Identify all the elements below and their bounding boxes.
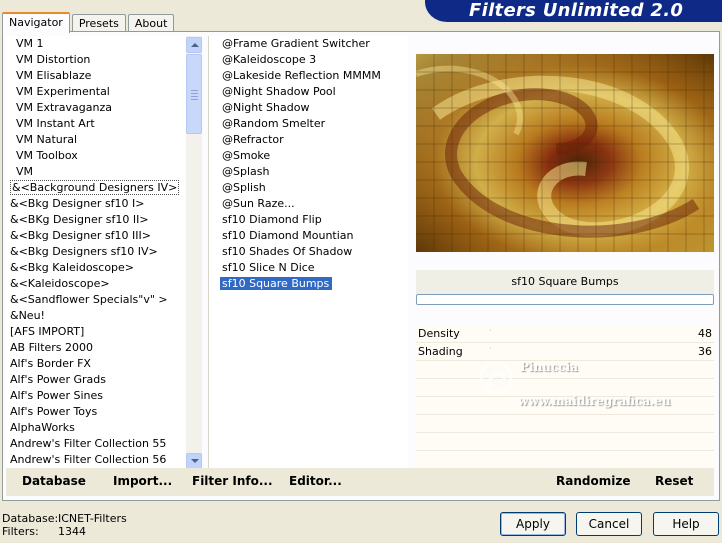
filter-item[interactable]: @Refractor <box>209 132 408 148</box>
brand-title: Filters Unlimited 2.0 <box>425 0 722 22</box>
filter-item[interactable]: @Splish <box>209 180 408 196</box>
editor-button[interactable]: Editor... <box>289 474 342 488</box>
category-item[interactable]: &<Kaleidoscope> <box>6 276 202 292</box>
help-button[interactable]: Help <box>653 512 719 536</box>
tab-presets[interactable]: Presets <box>71 14 126 32</box>
filter-item[interactable]: @Night Shadow <box>209 100 408 116</box>
filter-item[interactable]: @Lakeside Reflection MMMM <box>209 68 408 84</box>
filter-list[interactable]: @Frame Gradient Switcher @Kaleidoscope 3 @… <box>208 36 408 470</box>
database-value: ICNET-Filters <box>58 512 127 525</box>
action-bar: Database Import... Filter Info... Editor… <box>6 468 714 496</box>
category-item[interactable]: [AFS IMPORT] <box>6 324 202 340</box>
scroll-thumb[interactable] <box>186 54 202 134</box>
param-empty-row <box>416 415 714 433</box>
category-item[interactable]: &<Bkg Designers sf10 IV> <box>6 244 202 260</box>
category-item[interactable]: Andrew's Filter Collection 55 <box>6 436 202 452</box>
filter-item[interactable]: @Random Smelter <box>209 116 408 132</box>
watermark-logo-icon <box>479 361 513 395</box>
progress-bar <box>416 294 714 305</box>
arrow-up-icon <box>191 43 199 47</box>
category-item[interactable]: Alf's Border FX <box>6 356 202 372</box>
randomize-button[interactable]: Randomize <box>556 474 630 488</box>
param-shading[interactable]: Shading 36 <box>416 343 714 361</box>
arrow-down-icon <box>191 459 199 463</box>
preview-image <box>416 54 714 252</box>
category-list[interactable]: VM 1 VM Distortion VM Elisablaze VM Experim… <box>6 36 202 470</box>
category-item[interactable]: VM Extravaganza <box>6 100 202 116</box>
filter-item[interactable]: sf10 Shades Of Shadow <box>209 244 408 260</box>
filter-item[interactable]: sf10 Square Bumps <box>209 276 408 292</box>
filter-item[interactable]: @Smoke <box>209 148 408 164</box>
preview-filter-name: sf10 Square Bumps <box>416 270 714 294</box>
filter-info-button[interactable]: Filter Info... <box>192 474 273 488</box>
param-label: Shading <box>418 345 463 358</box>
filter-item[interactable]: sf10 Diamond Flip <box>209 212 408 228</box>
apply-button[interactable]: Apply <box>500 512 566 536</box>
category-item[interactable]: &<BKg Designer sf10 II> <box>6 212 202 228</box>
filter-item[interactable]: @Splash <box>209 164 408 180</box>
category-item[interactable]: &<Sandflower Specials"v" > <box>6 292 202 308</box>
filter-item[interactable]: @Sun Raze... <box>209 196 408 212</box>
category-item[interactable]: VM Instant Art <box>6 116 202 132</box>
param-label: Density <box>418 327 460 340</box>
filter-item[interactable]: @Night Shadow Pool <box>209 84 408 100</box>
category-item[interactable]: AB Filters 2000 <box>6 340 202 356</box>
filter-item[interactable]: sf10 Slice N Dice <box>209 260 408 276</box>
filter-item[interactable]: @Frame Gradient Switcher <box>209 36 408 52</box>
category-item[interactable]: Alf's Power Toys <box>6 404 202 420</box>
category-item[interactable]: AlphaWorks <box>6 420 202 436</box>
database-label: Database: <box>2 512 59 525</box>
category-item[interactable]: VM Elisablaze <box>6 68 202 84</box>
category-item[interactable]: VM <box>6 164 202 180</box>
category-item[interactable]: &<Bkg Kaleidoscope> <box>6 260 202 276</box>
category-item[interactable]: &Neu! <box>6 308 202 324</box>
category-item[interactable]: VM Experimental <box>6 84 202 100</box>
param-slider-track[interactable] <box>490 329 684 331</box>
category-item[interactable]: VM Toolbox <box>6 148 202 164</box>
category-scrollbar[interactable] <box>186 36 202 470</box>
category-item[interactable]: &<Background Designers IV> <box>6 180 202 196</box>
param-empty-row <box>416 433 714 451</box>
category-item[interactable]: VM 1 <box>6 36 202 52</box>
reset-button[interactable]: Reset <box>655 474 693 488</box>
category-item[interactable]: &<Bkg Designer sf10 I> <box>6 196 202 212</box>
watermark-url: www.maidiregrafica.eu <box>518 394 671 408</box>
category-item[interactable]: Alf's Power Sines <box>6 388 202 404</box>
param-density[interactable]: Density 48 <box>416 325 714 343</box>
scroll-up-button[interactable] <box>186 37 202 53</box>
tab-navigator[interactable]: Navigator <box>2 12 70 33</box>
database-button[interactable]: Database <box>22 474 86 488</box>
watermark-name: Pinuccia <box>520 360 578 374</box>
param-value: 36 <box>698 345 712 358</box>
status-info: Database: ICNET-Filters Filters: 1344 <box>2 512 127 538</box>
category-item[interactable]: VM Distortion <box>6 52 202 68</box>
cancel-button[interactable]: Cancel <box>576 512 642 536</box>
category-item[interactable]: VM Natural <box>6 132 202 148</box>
category-item[interactable]: &<Bkg Designer sf10 III> <box>6 228 202 244</box>
tab-about[interactable]: About <box>127 14 175 32</box>
filters-label: Filters: <box>2 525 39 538</box>
filter-item[interactable]: @Kaleidoscope 3 <box>209 52 408 68</box>
filters-count: 1344 <box>58 525 86 538</box>
category-item[interactable]: Andrew's Filter Collection 56 <box>6 452 202 468</box>
filter-item[interactable]: sf10 Diamond Mountian <box>209 228 408 244</box>
category-item[interactable]: Alf's Power Grads <box>6 372 202 388</box>
import-button[interactable]: Import... <box>113 474 172 488</box>
param-slider-track[interactable] <box>490 347 684 349</box>
scroll-down-button[interactable] <box>186 453 202 469</box>
param-empty-row <box>416 451 714 469</box>
preview-swirl-graphic <box>416 54 714 252</box>
param-value: 48 <box>698 327 712 340</box>
tab-bar: Navigator Presets About <box>2 10 176 33</box>
